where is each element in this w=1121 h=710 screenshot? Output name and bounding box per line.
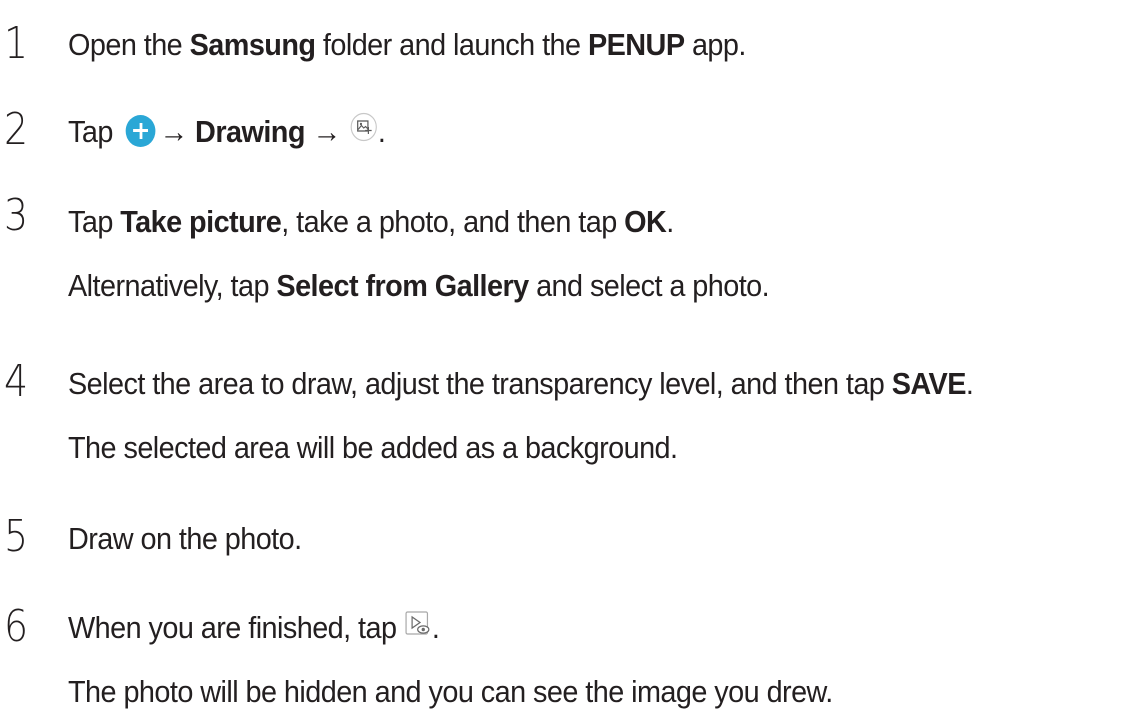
app-name: PENUP: [587, 27, 685, 62]
step-number: 2: [4, 104, 29, 155]
step-subtext: Alternatively, tap Select from Gallery a…: [68, 268, 770, 303]
step-text: Select the area to draw, adjust the tran…: [68, 366, 974, 401]
step-text: Tap → Drawing → .: [68, 112, 386, 153]
step-number: 4: [4, 356, 29, 407]
save-option: SAVE: [891, 366, 967, 401]
step-text: Draw on the photo.: [68, 521, 302, 556]
step-number: 1: [4, 18, 29, 69]
app-folder-name: Samsung: [189, 27, 316, 62]
step-text: Open the Samsung folder and launch the P…: [68, 27, 746, 62]
step-number: 5: [4, 511, 29, 562]
ok-option: OK: [624, 204, 667, 239]
step-text: When you are finished, tap .: [68, 608, 440, 649]
add-circle-icon: [125, 114, 156, 147]
image-background-icon: [350, 112, 378, 150]
step-text: Tap Take picture, take a photo, and then…: [68, 204, 674, 239]
menu-option: Drawing: [195, 114, 305, 149]
step-number: 6: [4, 601, 29, 652]
gallery-option: Select from Gallery: [276, 268, 529, 303]
step-subtext: The selected area will be added as a bac…: [68, 430, 678, 465]
hide-photo-icon: [404, 608, 432, 646]
take-picture-option: Take picture: [120, 204, 282, 239]
step-subtext: The photo will be hidden and you can see…: [68, 674, 833, 709]
step-number: 3: [4, 190, 29, 241]
